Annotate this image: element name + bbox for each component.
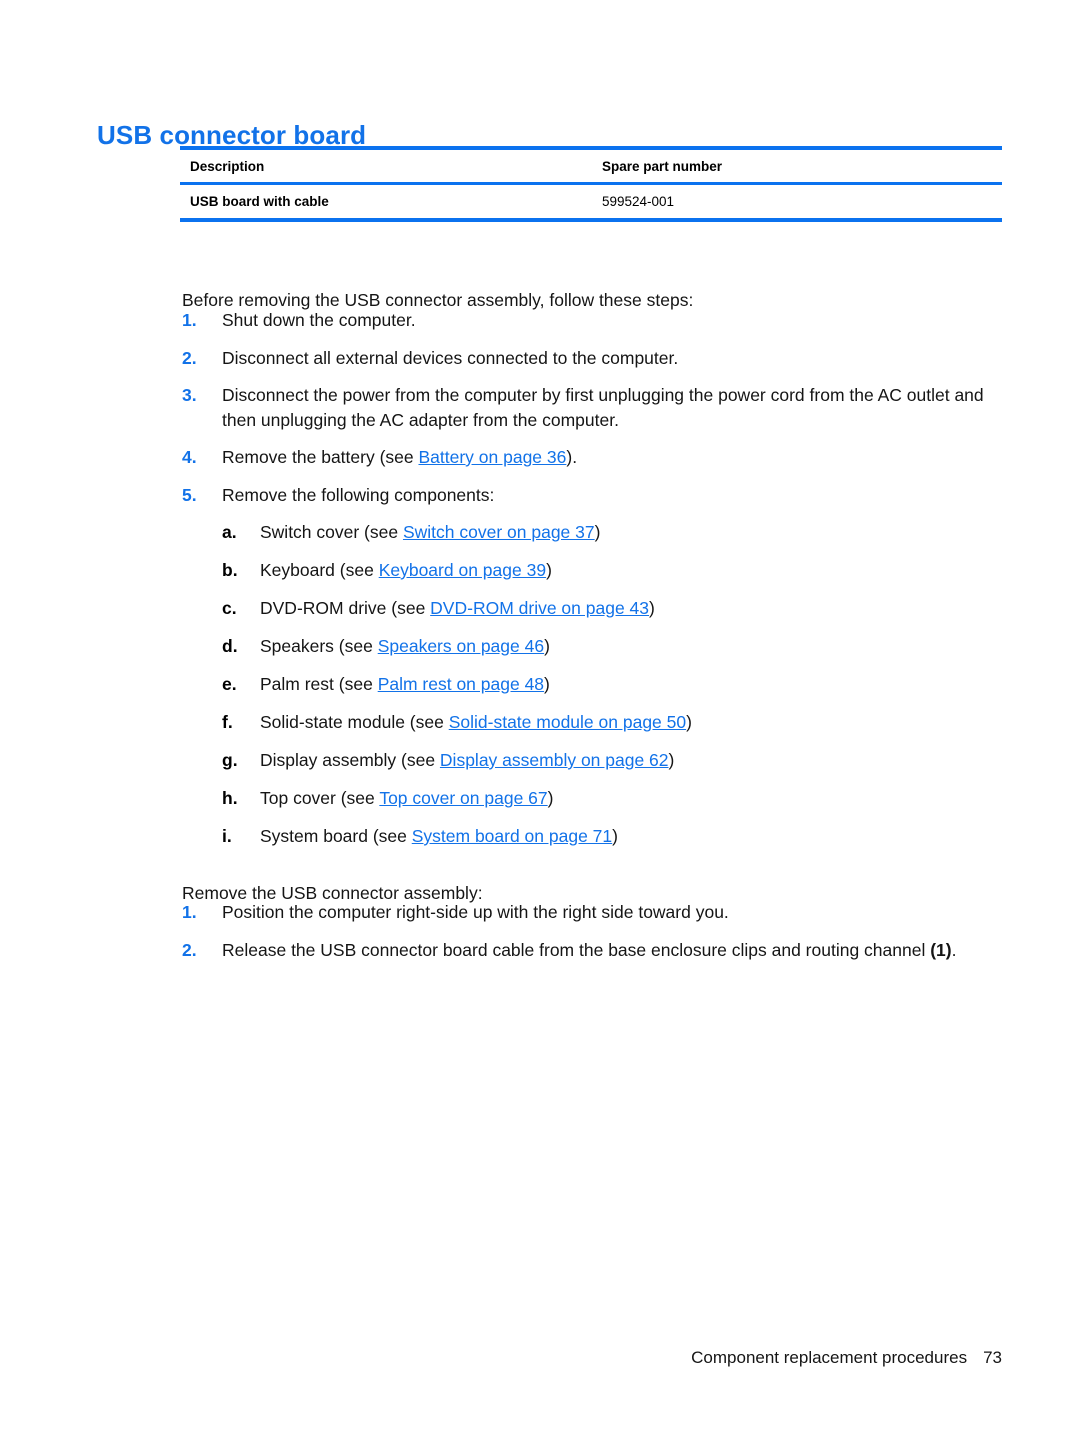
substep-text: Switch cover (see Switch cover on page 3… [260, 520, 1002, 545]
table-row: USB board with cable 599524-001 [180, 184, 1002, 220]
step-text-tail: ). [566, 447, 578, 467]
substep-text-lead: Top cover (see [260, 788, 380, 808]
step-marker: 2. [182, 348, 197, 368]
substep-text-tail: ) [668, 750, 675, 770]
step-marker: 1. [182, 310, 197, 330]
removal-step-1: 1. Position the computer right-side up w… [182, 900, 994, 925]
substep-text-lead: System board (see [260, 826, 412, 846]
column-header-description: Description [190, 159, 265, 174]
substep-text-tail: ) [649, 598, 655, 618]
substep-text: Keyboard (see Keyboard on page 39) [260, 558, 1002, 583]
substep-text: System board (see System board on page 7… [260, 824, 1002, 849]
substep-text-lead: Palm rest (see [260, 674, 378, 694]
step-text: Release the USB connector board cable fr… [222, 938, 1002, 963]
page-footer: Component replacement procedures 73 [0, 1348, 1002, 1368]
substep-marker: f. [222, 712, 233, 732]
step-marker: 5. [182, 485, 197, 505]
substep-text-lead: Switch cover (see [260, 522, 403, 542]
component-item-g: g. Display assembly (see Display assembl… [222, 748, 1002, 773]
document-page: USB connector board Description Spare pa… [0, 0, 1080, 1437]
substep-text: Solid-state module (see Solid-state modu… [260, 710, 1002, 735]
cross-reference-link-solid-state-module[interactable]: Solid-state module on page 50 [449, 712, 686, 732]
substep-text-lead: Speakers (see [260, 636, 378, 656]
cross-reference-link-speakers[interactable]: Speakers on page 46 [378, 636, 544, 656]
substep-text-lead: Keyboard (see [260, 560, 379, 580]
substep-text: Display assembly (see Display assembly o… [260, 748, 1002, 773]
component-item-h: h. Top cover (see Top cover on page 67) [222, 786, 1002, 811]
substep-text: Palm rest (see Palm rest on page 48) [260, 672, 1002, 697]
step-marker: 1. [182, 902, 197, 922]
step-text: Shut down the computer. [222, 310, 416, 330]
substep-text: Speakers (see Speakers on page 46) [260, 634, 1002, 659]
table-header-row: Description Spare part number [180, 148, 1002, 184]
component-item-b: b. Keyboard (see Keyboard on page 39) [222, 558, 1002, 583]
spare-parts-table: Description Spare part number USB board … [180, 146, 1002, 222]
substep-marker: i. [222, 826, 232, 846]
substep-text-tail: ) [612, 826, 618, 846]
substep-marker: a. [222, 522, 237, 542]
component-item-a: a. Switch cover (see Switch cover on pag… [222, 520, 1002, 545]
component-item-e: e. Palm rest (see Palm rest on page 48) [222, 672, 1002, 697]
cross-reference-link-keyboard[interactable]: Keyboard on page 39 [379, 560, 546, 580]
component-item-d: d. Speakers (see Speakers on page 46) [222, 634, 1002, 659]
cell-description: USB board with cable [190, 194, 329, 209]
substep-text-tail: ) [544, 636, 550, 656]
component-item-i: i. System board (see System board on pag… [222, 824, 1002, 849]
step-text-tail: . [951, 940, 957, 960]
step-marker: 3. [182, 385, 197, 405]
step-text-lead: Release the USB connector board cable fr… [222, 940, 931, 960]
prerequisite-step-2: 2. Disconnect all external devices conne… [182, 346, 994, 371]
substep-text-lead: DVD-ROM drive (see [260, 598, 431, 618]
step-marker: 2. [182, 940, 197, 960]
substep-marker: e. [222, 674, 237, 694]
cross-reference-link-dvd-rom-drive[interactable]: DVD-ROM drive on page 43 [430, 598, 649, 618]
step-text: Remove the battery (see Battery on page … [222, 445, 994, 470]
step-text: Remove the following components: [222, 485, 495, 505]
substep-marker: d. [222, 636, 238, 656]
prerequisite-step-3: 3. Disconnect the power from the compute… [182, 383, 990, 433]
prerequisite-step-4: 4. Remove the battery (see Battery on pa… [182, 445, 994, 470]
cross-reference-link-system-board[interactable]: System board on page 71 [412, 826, 612, 846]
cell-spare-part-number: 599524-001 [602, 194, 675, 209]
prerequisite-step-5: 5. Remove the following components: [182, 483, 994, 508]
prerequisite-step-1: 1. Shut down the computer. [182, 308, 994, 333]
step-text: Disconnect the power from the computer b… [222, 385, 984, 430]
component-item-c: c. DVD-ROM drive (see DVD-ROM drive on p… [222, 596, 1002, 621]
substep-marker: h. [222, 788, 238, 808]
cross-reference-link-switch-cover[interactable]: Switch cover on page 37 [403, 522, 595, 542]
substep-marker: g. [222, 750, 238, 770]
column-header-spare-part-number: Spare part number [602, 159, 723, 174]
substep-text-tail: ) [686, 712, 692, 732]
cross-reference-link-battery[interactable]: Battery on page 36 [418, 447, 566, 467]
substep-text: DVD-ROM drive (see DVD-ROM drive on page… [260, 596, 1002, 621]
cross-reference-link-top-cover[interactable]: Top cover on page 67 [379, 788, 547, 808]
callout-reference-1: (1) [930, 940, 952, 960]
substep-text-tail: ) [547, 788, 554, 808]
substep-marker: c. [222, 598, 237, 618]
cross-reference-link-palm-rest[interactable]: Palm rest on page 48 [378, 674, 544, 694]
substep-text: Top cover (see Top cover on page 67) [260, 786, 1002, 811]
substep-text-lead: Solid-state module (see [260, 712, 449, 732]
removal-step-2: 2. Release the USB connector board cable… [182, 938, 1002, 963]
cross-reference-link-display-assembly[interactable]: Display assembly on page 62 [440, 750, 669, 770]
substep-text-lead: Display assembly (see [260, 750, 440, 770]
substep-text-tail: ) [546, 560, 552, 580]
footer-label: Component replacement procedures [691, 1348, 968, 1367]
step-text: Position the computer right-side up with… [222, 902, 729, 922]
substep-marker: b. [222, 560, 238, 580]
step-text-lead: Remove the battery (see [222, 447, 419, 467]
step-marker: 4. [182, 447, 197, 467]
step-text: Disconnect all external devices connecte… [222, 348, 679, 368]
substep-text-tail: ) [544, 674, 550, 694]
substep-text-tail: ) [594, 522, 601, 542]
footer-page-number: 73 [983, 1348, 1002, 1367]
component-item-f: f. Solid-state module (see Solid-state m… [222, 710, 1002, 735]
